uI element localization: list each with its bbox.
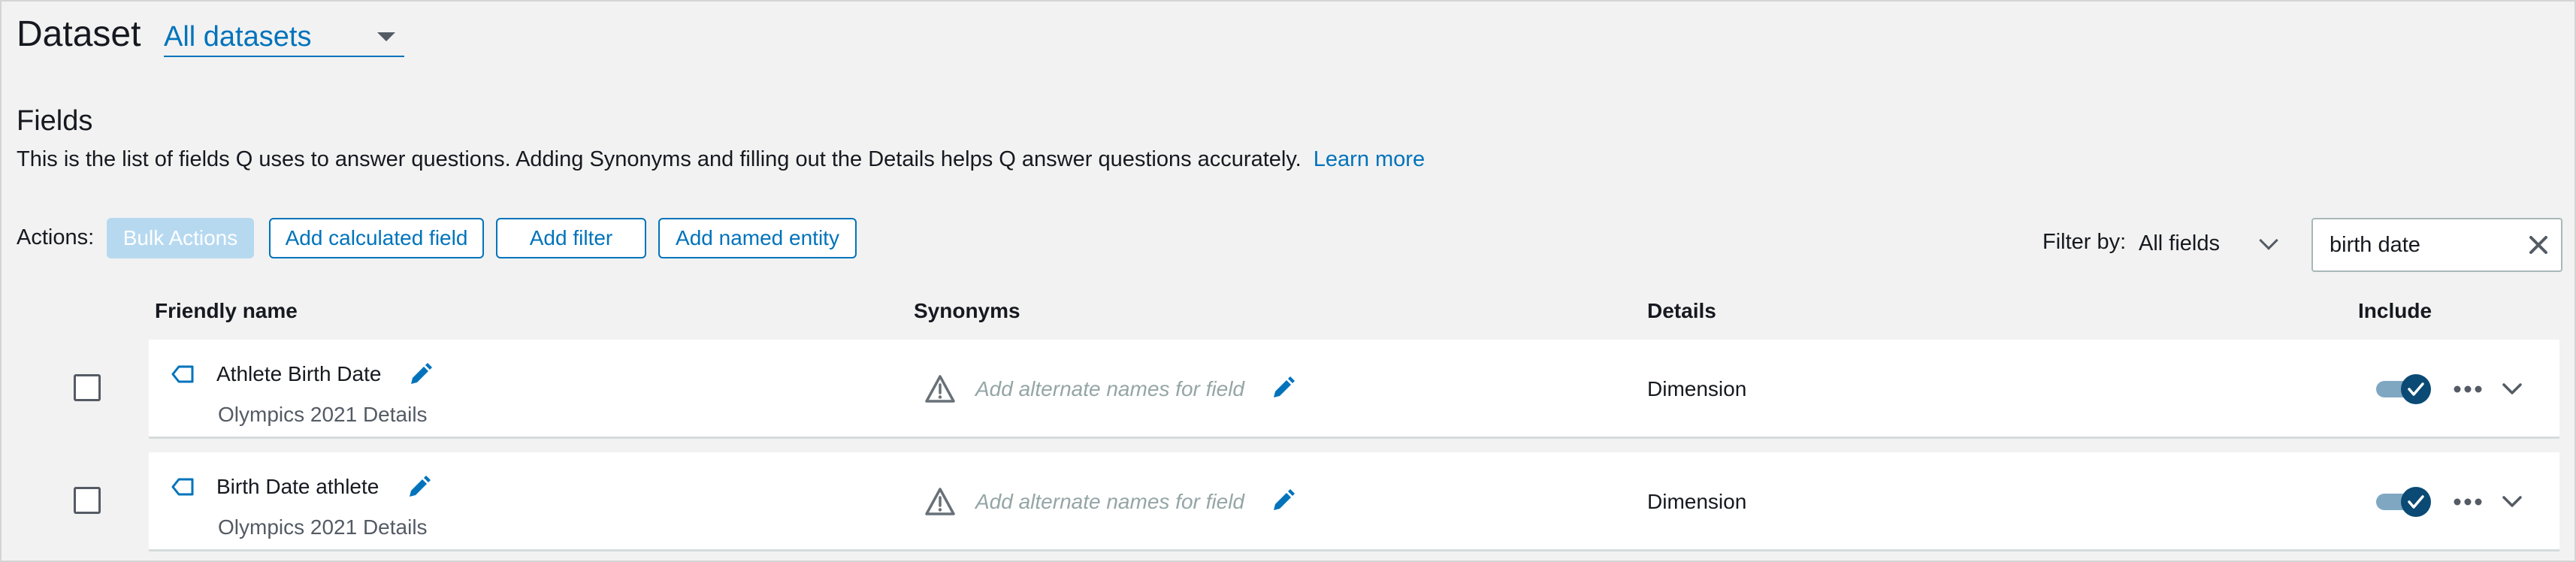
dataset-label: Dataset bbox=[17, 14, 141, 54]
warning-triangle-icon bbox=[925, 488, 955, 515]
field-dataset: Olympics 2021 Details bbox=[218, 515, 428, 539]
field-details: Dimension bbox=[1647, 377, 1747, 400]
warning-triangle-icon bbox=[925, 375, 955, 403]
chevron-down-icon[interactable] bbox=[2501, 494, 2523, 509]
pencil-icon[interactable] bbox=[407, 362, 433, 388]
ellipsis-icon[interactable] bbox=[2453, 384, 2483, 394]
table-row: Birth Date athlete Olympics 2021 Details… bbox=[149, 452, 2559, 551]
column-header-include: Include bbox=[2358, 299, 2432, 322]
bulk-actions-button[interactable]: Bulk Actions bbox=[107, 218, 254, 258]
ellipsis-icon[interactable] bbox=[2453, 497, 2483, 507]
fields-description-text: This is the list of fields Q uses to ans… bbox=[17, 147, 1302, 171]
field-name: Athlete Birth Date bbox=[216, 362, 382, 385]
field-details: Dimension bbox=[1647, 490, 1747, 513]
field-dataset: Olympics 2021 Details bbox=[218, 403, 428, 426]
tag-icon bbox=[171, 478, 194, 496]
add-named-entity-button[interactable]: Add named entity bbox=[658, 218, 857, 258]
learn-more-link[interactable]: Learn more bbox=[1314, 147, 1425, 171]
caret-down-icon bbox=[377, 32, 395, 41]
row-checkbox[interactable] bbox=[74, 487, 101, 514]
add-calculated-field-button[interactable]: Add calculated field bbox=[269, 218, 484, 258]
dataset-select-value: All datasets bbox=[164, 20, 312, 53]
pencil-icon[interactable] bbox=[1270, 376, 1296, 401]
search-field[interactable] bbox=[2311, 218, 2562, 272]
fields-description: This is the list of fields Q uses to ans… bbox=[17, 147, 1425, 172]
column-header-synonyms: Synonyms bbox=[914, 299, 1020, 322]
include-toggle[interactable] bbox=[2375, 373, 2433, 406]
include-toggle[interactable] bbox=[2375, 485, 2433, 518]
pencil-icon[interactable] bbox=[406, 475, 431, 500]
column-header-details: Details bbox=[1647, 299, 1716, 322]
synonyms-placeholder[interactable]: Add alternate names for field bbox=[975, 377, 1244, 401]
chevron-down-icon bbox=[2259, 231, 2278, 250]
close-icon[interactable] bbox=[2525, 231, 2552, 258]
table-row: Athlete Birth Date Olympics 2021 Details… bbox=[149, 340, 2559, 439]
tag-icon bbox=[171, 365, 194, 383]
pencil-icon[interactable] bbox=[1270, 488, 1296, 514]
actions-label: Actions: bbox=[17, 225, 95, 249]
row-checkbox[interactable] bbox=[74, 374, 101, 401]
search-input[interactable] bbox=[2330, 232, 2510, 258]
dataset-select[interactable]: All datasets bbox=[164, 18, 404, 57]
filter-by-select[interactable]: All fields bbox=[2139, 227, 2281, 260]
field-name: Birth Date athlete bbox=[216, 475, 379, 498]
filter-by-label: Filter by: bbox=[2042, 230, 2127, 254]
column-header-friendly-name: Friendly name bbox=[155, 299, 298, 322]
add-filter-button[interactable]: Add filter bbox=[496, 218, 646, 258]
filter-by-value: All fields bbox=[2139, 231, 2220, 255]
fields-title: Fields bbox=[17, 105, 93, 137]
chevron-down-icon[interactable] bbox=[2501, 382, 2523, 397]
synonyms-placeholder[interactable]: Add alternate names for field bbox=[975, 490, 1244, 514]
